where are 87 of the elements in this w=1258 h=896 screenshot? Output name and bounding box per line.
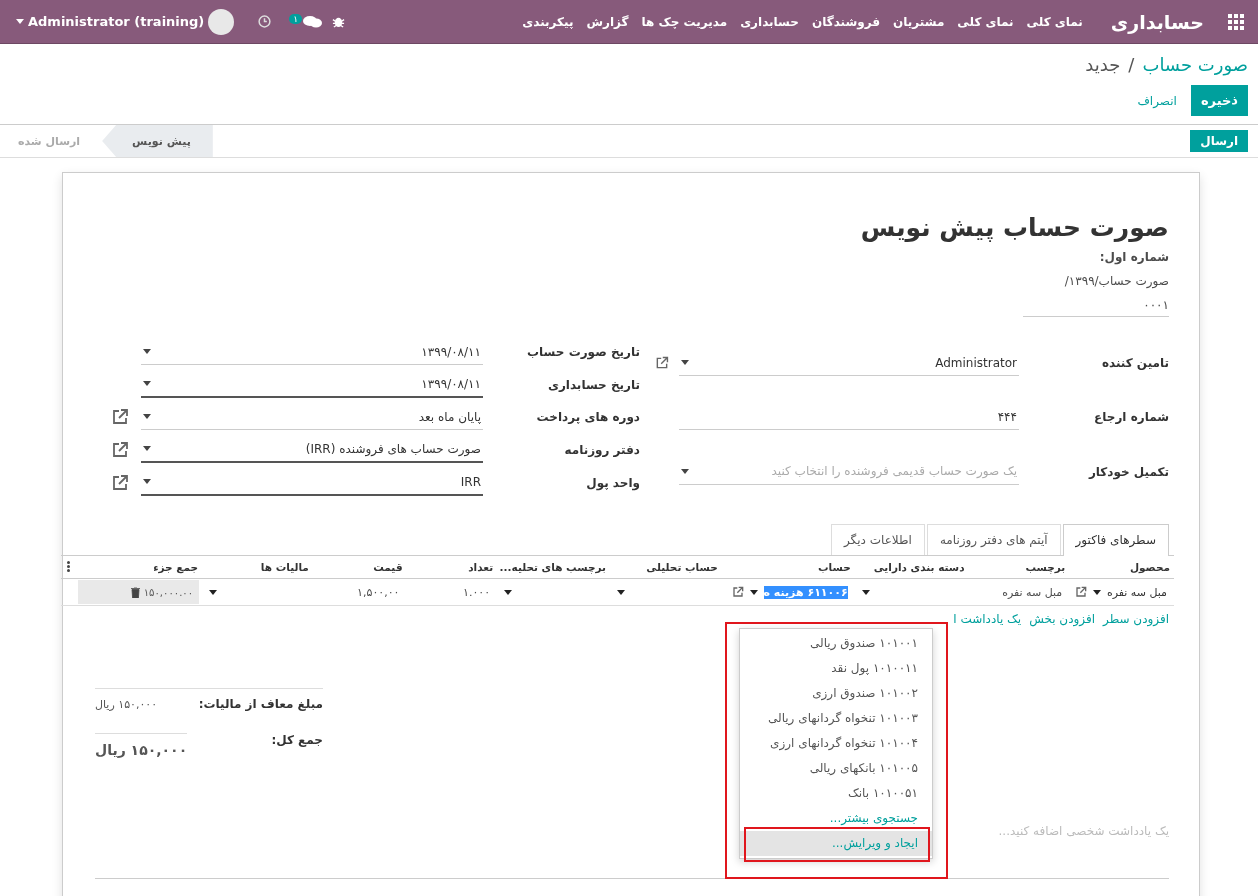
user-menu[interactable]: Administrator (training): [28, 14, 205, 29]
column-header[interactable]: تعداد: [406, 555, 498, 579]
table-cell: ۱۵۰,۰۰۰.۰۰: [143, 586, 194, 598]
field-label: دوره های پرداخت: [535, 410, 640, 424]
menu-item[interactable]: نمای کلی: [1026, 14, 1083, 29]
external-link-icon[interactable]: [1074, 586, 1087, 598]
input-field[interactable]: ۱۳۹۹/۰۸/۱۱: [141, 371, 483, 398]
caret-icon[interactable]: [681, 360, 689, 366]
optional-columns-icon[interactable]: [66, 560, 70, 572]
caret-icon[interactable]: [749, 589, 758, 595]
table-cell-input[interactable]: ۱.۰۰۰: [409, 582, 495, 602]
column-header[interactable]: مالیات ها: [202, 555, 313, 579]
input-field[interactable]: IRR: [141, 469, 483, 496]
caret-icon[interactable]: [143, 381, 151, 386]
caret-icon[interactable]: [143, 479, 151, 484]
menu-item[interactable]: پیکربندی: [522, 14, 574, 29]
input-field[interactable]: ۴۴۴: [679, 404, 1019, 431]
column-header[interactable]: حساب تحلیلی: [609, 555, 722, 579]
dropdown-option[interactable]: ۱۰۱۰۰۱۱ پول نقد: [740, 656, 932, 681]
tab[interactable]: سطرهای فاکتور: [1062, 524, 1169, 556]
column-header[interactable]: حساب: [721, 555, 855, 579]
user-avatar[interactable]: [208, 8, 235, 35]
input-field[interactable]: ۱۳۹۹/۰۸/۱۱: [141, 339, 483, 365]
menu-item[interactable]: مشتریان: [893, 14, 945, 29]
dropdown-option[interactable]: ۱۰۱۰۰۴ تنخواه گردانهای ارزی: [740, 731, 932, 756]
caret-icon[interactable]: [143, 446, 151, 451]
number-field[interactable]: ۰۰۰۱: [1023, 298, 1169, 317]
dropdown-option[interactable]: ۱۰۱۰۰۲ صندوق ارزی: [740, 681, 932, 706]
column-header[interactable]: دسته بندی دارایی: [854, 555, 969, 579]
message-count-badge: ۱: [289, 13, 303, 24]
tab[interactable]: آیتم های دفتر روزنامه: [926, 524, 1061, 555]
caret-icon[interactable]: [209, 589, 218, 595]
input-field[interactable]: پایان ماه بعد: [141, 404, 483, 430]
table-cell-input[interactable]: ۱,۵۰۰,۰۰: [315, 582, 404, 602]
menu-item[interactable]: نمای کلی: [957, 14, 1014, 29]
caret-icon[interactable]: [681, 468, 689, 474]
menu-item[interactable]: فروشندگان: [811, 14, 881, 29]
menu-item[interactable]: گزارش: [586, 14, 629, 29]
input-field[interactable]: Administrator: [679, 350, 1019, 377]
bug-icon[interactable]: [332, 15, 346, 28]
caret-icon[interactable]: [143, 349, 151, 354]
column-header[interactable]: برچسب های تحلیه...: [497, 555, 610, 579]
caret-icon[interactable]: [616, 589, 625, 595]
dropdown-option[interactable]: ۱۰۱۰۰۱ صندوق ریالی: [740, 631, 932, 656]
dropdown-option[interactable]: ۱۰۱۰۰۵ بانکهای ریالی: [740, 756, 932, 781]
dropdown-option[interactable]: ۱۰۱۰۰۳ تنخواه گردانهای ریالی: [740, 706, 932, 731]
tab[interactable]: اطلاعات دیگر: [831, 524, 925, 555]
menu-item[interactable]: حسابداری: [740, 14, 799, 29]
trash-icon[interactable]: [130, 586, 140, 598]
chat-icon[interactable]: [302, 14, 323, 29]
status-stage[interactable]: پیش نویس: [102, 125, 213, 157]
column-header[interactable]: محصول: [1069, 555, 1174, 579]
external-link-icon[interactable]: [111, 408, 129, 426]
field-label: واحد پول: [585, 475, 640, 490]
field-label: دفتر روزنامه: [563, 442, 640, 457]
external-link-icon[interactable]: [111, 473, 129, 492]
external-link-icon[interactable]: [731, 586, 744, 598]
breadcrumb-separator: /: [1128, 54, 1135, 75]
total-label: جمع کل:: [271, 733, 323, 747]
total-label: مبلغ معاف از مالیات:: [198, 697, 323, 711]
menu-item[interactable]: مدیریت چک ها: [641, 14, 728, 29]
column-header[interactable]: جمع جزء: [75, 555, 203, 579]
field-label: تکمیل خودکار: [1087, 464, 1169, 479]
form-title: صورت حساب پیش نویس: [860, 213, 1169, 242]
input-field[interactable]: صورت حساب های فروشنده (IRR): [141, 436, 483, 463]
column-header[interactable]: برچسب: [968, 555, 1070, 579]
total-amount: ۱۵۰,۰۰۰ ریال: [95, 733, 188, 758]
field-label: تاریخ حسابداری: [546, 377, 640, 392]
field-label: شماره ارجاع: [1093, 410, 1169, 425]
field-label: شماره اول:: [1099, 250, 1169, 264]
dropdown-option[interactable]: ۱۰۱۰۰۵۱ بانک: [740, 781, 932, 806]
external-link-icon[interactable]: [111, 440, 129, 459]
column-header[interactable]: قیمت: [312, 555, 407, 579]
caret-icon[interactable]: [504, 589, 513, 595]
field-label: تامین کننده: [1100, 356, 1169, 371]
caret-icon[interactable]: [861, 589, 870, 595]
number-prefix: صورت حساب/۱۳۹۹/: [1064, 274, 1169, 288]
apps-menu-icon[interactable]: [1228, 13, 1244, 30]
caret-icon[interactable]: [143, 414, 151, 419]
table-cell-input[interactable]: مبل سه نفره: [971, 582, 1067, 602]
app-name: حسابداری: [1110, 10, 1204, 33]
breadcrumb-current: جدید: [1085, 54, 1121, 75]
table-cell-input[interactable]: مبل سه نفره: [1072, 582, 1171, 602]
clock-icon[interactable]: [258, 15, 272, 28]
caret-icon[interactable]: [1092, 589, 1101, 595]
field-label: تاریخ صورت حساب: [526, 345, 640, 359]
total-amount: ۱۵۰,۰۰۰ ریال: [95, 697, 158, 711]
